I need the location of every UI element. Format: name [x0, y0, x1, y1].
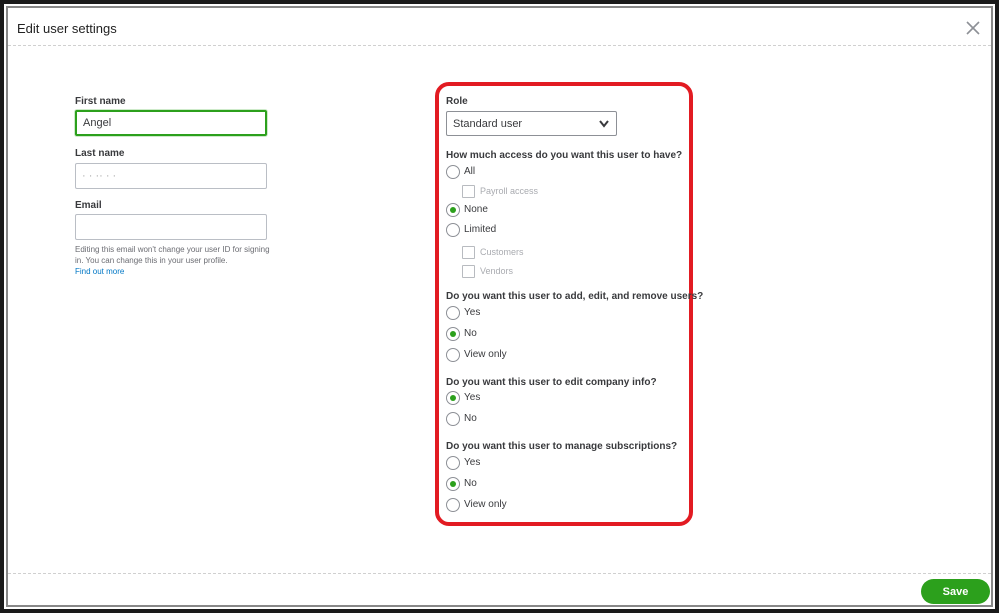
checkbox-label: Customers — [480, 247, 524, 257]
dialog-header: Edit user settings — [8, 8, 991, 46]
radio-label: No — [464, 413, 477, 424]
footer-divider — [8, 573, 991, 574]
radio-circle — [446, 391, 460, 405]
checkbox-label: Vendors — [480, 266, 514, 276]
radio-label: Yes — [464, 307, 481, 318]
radio-label: All — [464, 166, 476, 177]
radio-label: Yes — [464, 392, 481, 403]
chevron-down-icon — [599, 120, 609, 128]
radio-label: No — [464, 328, 477, 339]
radio-label: View only — [464, 349, 507, 360]
radio-circle — [446, 203, 460, 217]
radio-circle — [446, 477, 460, 491]
dialog-title: Edit user settings — [17, 21, 117, 36]
radio-circle — [446, 165, 460, 179]
company-question: Do you want this user to edit company in… — [446, 377, 657, 388]
checkbox-box — [462, 246, 475, 259]
checkbox-label: Payroll access — [480, 186, 539, 196]
last-name-field[interactable] — [75, 163, 267, 189]
radio-circle — [446, 456, 460, 470]
first-name-label: First name — [75, 96, 126, 107]
last-name-label: Last name — [75, 148, 125, 159]
radio-label: Yes — [464, 457, 481, 468]
checkbox-box — [462, 185, 475, 198]
edit-user-dialog: Edit user settings First name Last name … — [8, 8, 991, 605]
radio-circle — [446, 327, 460, 341]
role-select-value: Standard user — [453, 118, 523, 130]
close-button[interactable] — [963, 18, 983, 38]
radio-circle — [446, 412, 460, 426]
email-help-text: Editing this email won't change your use… — [75, 245, 270, 265]
subscriptions-question: Do you want this user to manage subscrip… — [446, 441, 678, 452]
radio-circle — [446, 498, 460, 512]
email-label: Email — [75, 200, 102, 211]
close-icon — [966, 21, 980, 35]
save-button[interactable]: Save — [921, 579, 990, 604]
find-out-more-link[interactable]: Find out more — [75, 267, 124, 276]
radio-circle — [446, 306, 460, 320]
role-label: Role — [446, 96, 468, 107]
role-select[interactable]: Standard user — [446, 111, 617, 136]
email-field[interactable] — [75, 214, 267, 240]
radio-circle — [446, 223, 460, 237]
radio-label: No — [464, 478, 477, 489]
checkbox-box — [462, 265, 475, 278]
radio-label: Limited — [464, 224, 497, 235]
radio-label: View only — [464, 499, 507, 510]
users-question: Do you want this user to add, edit, and … — [446, 291, 704, 302]
radio-circle — [446, 348, 460, 362]
radio-label: None — [464, 204, 488, 215]
first-name-field[interactable] — [75, 110, 267, 136]
access-question: How much access do you want this user to… — [446, 150, 683, 161]
